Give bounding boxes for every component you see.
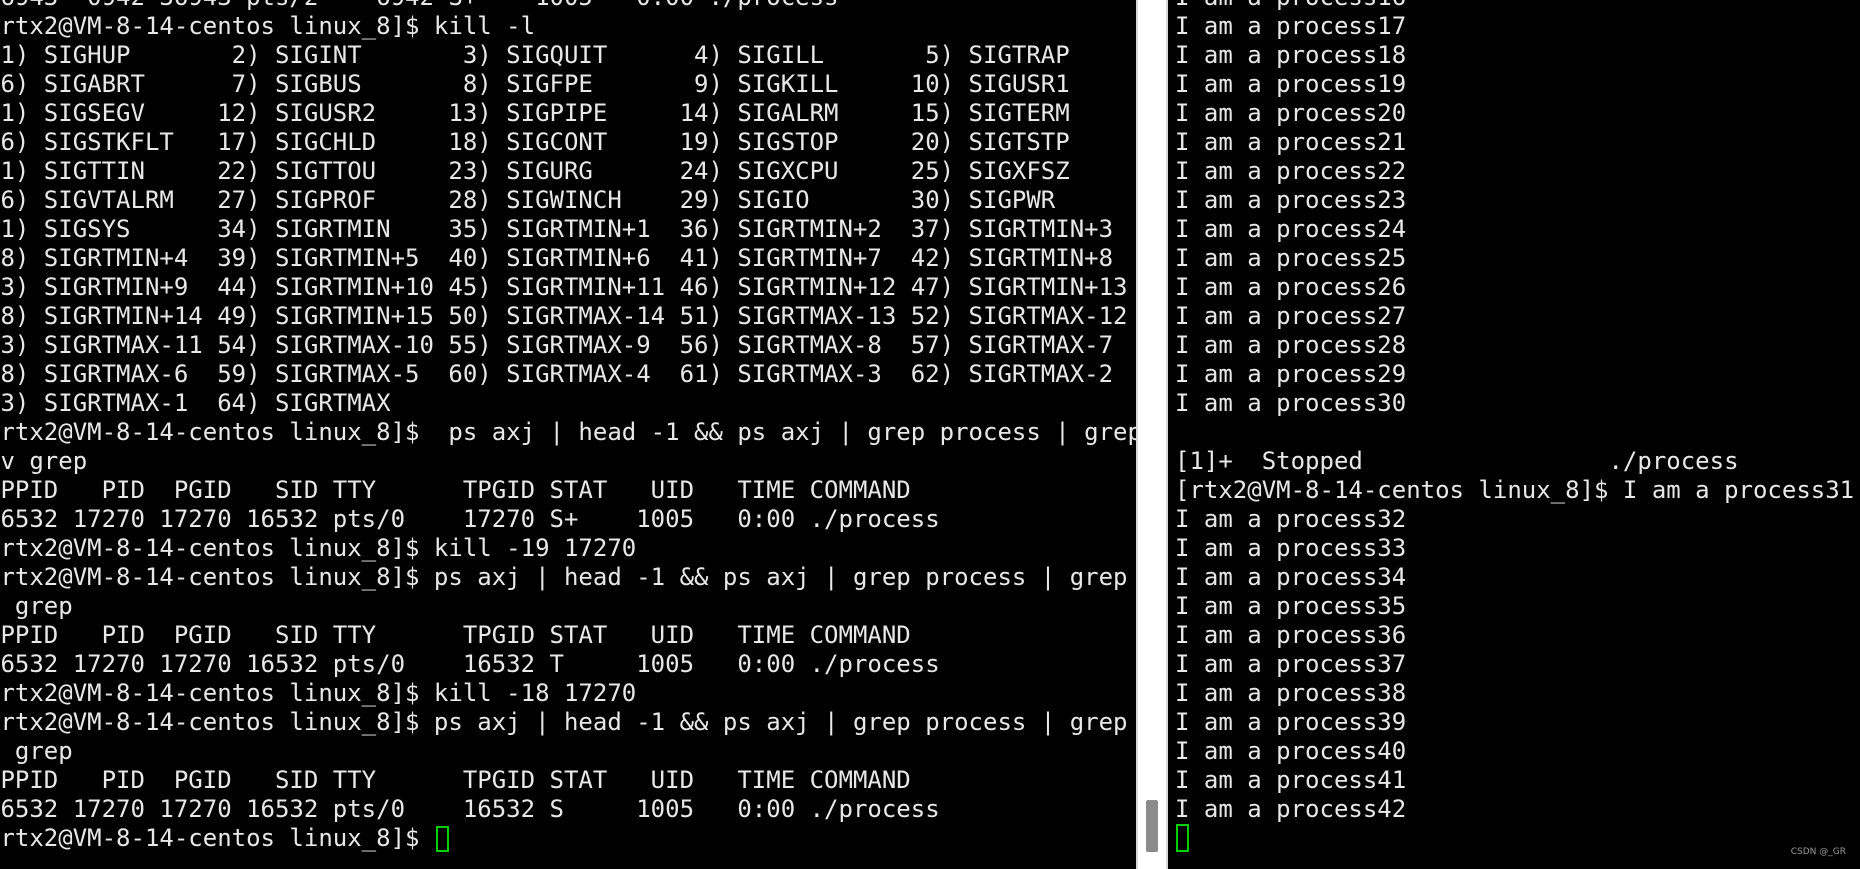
right-terminal-line: I am a process29 bbox=[1175, 360, 1407, 388]
watermark: CSDN @_GR bbox=[1790, 847, 1846, 857]
right-terminal-line: I am a process26 bbox=[1175, 273, 1407, 301]
right-terminal-line: I am a process23 bbox=[1175, 186, 1407, 214]
left-terminal-line: [rtx2@VM-8-14-centos linux_8]$ kill -l bbox=[0, 12, 536, 40]
right-terminal-line: I am a process20 bbox=[1175, 99, 1407, 127]
right-terminal-line: I am a process22 bbox=[1175, 157, 1407, 185]
left-terminal-cursor bbox=[435, 826, 449, 852]
right-terminal-line: I am a process18 bbox=[1175, 41, 1407, 69]
right-terminal-line: I am a process40 bbox=[1175, 737, 1407, 765]
right-terminal-line: I am a process39 bbox=[1175, 708, 1407, 736]
left-terminal-line: 48) SIGRTMIN+14 49) SIGRTMIN+15 50) SIGR… bbox=[0, 302, 1128, 330]
left-terminal-line: 16) SIGSTKFLT 17) SIGCHLD 18) SIGCONT 19… bbox=[0, 128, 1070, 156]
right-terminal-pane[interactable]: I am a process16I am a process17I am a p… bbox=[1168, 0, 1860, 869]
right-terminal-line: I am a process38 bbox=[1175, 679, 1407, 707]
right-terminal-cursor bbox=[1176, 824, 1189, 852]
left-terminal-line: 11) SIGSEGV 12) SIGUSR2 13) SIGPIPE 14) … bbox=[0, 99, 1070, 127]
left-terminal-line: 16532 17270 17270 16532 pts/0 17270 S+ 1… bbox=[0, 505, 940, 533]
left-terminal-output: 16943 0942 36943 pts/2 6942 S+ 1005 0:00… bbox=[0, 0, 1136, 853]
left-terminal-line: 16532 17270 17270 16532 pts/0 16532 T 10… bbox=[0, 650, 940, 678]
right-terminal-line: I am a process30 bbox=[1175, 389, 1407, 417]
right-terminal-line: I am a process41 bbox=[1175, 766, 1407, 794]
pane-divider[interactable] bbox=[1136, 0, 1168, 869]
right-terminal-line: I am a process32 bbox=[1175, 505, 1407, 533]
right-terminal-line: I am a process34 bbox=[1175, 563, 1407, 591]
right-terminal-line: I am a process36 bbox=[1175, 621, 1407, 649]
left-terminal-line: 58) SIGRTMAX-6 59) SIGRTMAX-5 60) SIGRTM… bbox=[0, 360, 1114, 388]
left-terminal-line: 1) SIGHUP 2) SIGINT 3) SIGQUIT 4) SIGILL… bbox=[0, 41, 1070, 69]
left-terminal-line: 6) SIGABRT 7) SIGBUS 8) SIGFPE 9) SIGKIL… bbox=[0, 70, 1070, 98]
right-terminal-line: I am a process37 bbox=[1175, 650, 1407, 678]
right-terminal-line: I am a process42 bbox=[1175, 795, 1407, 823]
left-terminal-line: 16943 0942 36943 pts/2 6942 S+ 1005 0:00… bbox=[0, 0, 1136, 12]
left-terminal-line: [rtx2@VM-8-14-centos linux_8]$ ps axj | … bbox=[0, 708, 1136, 736]
right-terminal-line bbox=[1175, 418, 1854, 447]
right-terminal-line: I am a process21 bbox=[1175, 128, 1407, 156]
scrollbar-thumb[interactable] bbox=[1146, 800, 1158, 852]
left-terminal-line: 53) SIGRTMAX-11 54) SIGRTMAX-10 55) SIGR… bbox=[0, 331, 1114, 359]
right-terminal-line: I am a process25 bbox=[1175, 244, 1407, 272]
right-terminal-line: I am a process24 bbox=[1175, 215, 1407, 243]
right-terminal-line: I am a process19 bbox=[1175, 70, 1407, 98]
right-terminal-line: I am a process28 bbox=[1175, 331, 1407, 359]
right-terminal-line: I am a process17 bbox=[1175, 12, 1407, 40]
right-terminal-line: I am a process35 bbox=[1175, 592, 1407, 620]
right-terminal-line: [rtx2@VM-8-14-centos linux_8]$ I am a pr… bbox=[1175, 476, 1855, 504]
left-terminal-prompt-line[interactable]: [rtx2@VM-8-14-centos linux_8]$ bbox=[0, 824, 1136, 853]
left-terminal-pane[interactable]: 16943 0942 36943 pts/2 6942 S+ 1005 0:00… bbox=[0, 0, 1136, 869]
left-terminal-line: [rtx2@VM-8-14-centos linux_8]$ kill -18 … bbox=[0, 679, 637, 707]
left-terminal-line: 63) SIGRTMAX-1 64) SIGRTMAX bbox=[0, 389, 391, 417]
left-terminal-line: 43) SIGRTMIN+9 44) SIGRTMIN+10 45) SIGRT… bbox=[0, 273, 1128, 301]
prompt-text: [rtx2@VM-8-14-centos linux_8]$ bbox=[0, 824, 434, 852]
left-terminal-line: 31) SIGSYS 34) SIGRTMIN 35) SIGRTMIN+1 3… bbox=[0, 215, 1114, 243]
left-terminal-line: 16532 17270 17270 16532 pts/0 16532 S 10… bbox=[0, 795, 940, 823]
divider-border-left bbox=[1136, 0, 1138, 869]
left-terminal-line: [rtx2@VM-8-14-centos linux_8]$ ps axj | … bbox=[0, 563, 1136, 591]
left-terminal-line: [rtx2@VM-8-14-centos linux_8]$ ps axj | … bbox=[0, 418, 1136, 446]
right-terminal-line: I am a process27 bbox=[1175, 302, 1407, 330]
left-terminal-line: 21) SIGTTIN 22) SIGTTOU 23) SIGURG 24) S… bbox=[0, 157, 1070, 185]
left-terminal-line: v grep bbox=[0, 592, 73, 620]
right-terminal-line: I am a process16 bbox=[1175, 0, 1854, 12]
left-terminal-line: [rtx2@VM-8-14-centos linux_8]$ kill -19 … bbox=[0, 534, 637, 562]
left-terminal-line: v grep bbox=[0, 737, 73, 765]
right-terminal-line: I am a process33 bbox=[1175, 534, 1407, 562]
left-terminal-line: PPID PID PGID SID TTY TPGID STAT UID TIM… bbox=[0, 621, 911, 649]
left-terminal-line: -v grep bbox=[0, 447, 88, 475]
right-terminal-output: I am a process16I am a process17I am a p… bbox=[1175, 0, 1854, 824]
left-terminal-line: PPID PID PGID SID TTY TPGID STAT UID TIM… bbox=[0, 476, 911, 504]
left-terminal-line: 38) SIGRTMIN+4 39) SIGRTMIN+5 40) SIGRTM… bbox=[0, 244, 1114, 272]
left-terminal-line: PPID PID PGID SID TTY TPGID STAT UID TIM… bbox=[0, 766, 911, 794]
left-terminal-line: 26) SIGVTALRM 27) SIGPROF 28) SIGWINCH 2… bbox=[0, 186, 1056, 214]
right-terminal-line: [1]+ Stopped ./process bbox=[1175, 447, 1739, 475]
